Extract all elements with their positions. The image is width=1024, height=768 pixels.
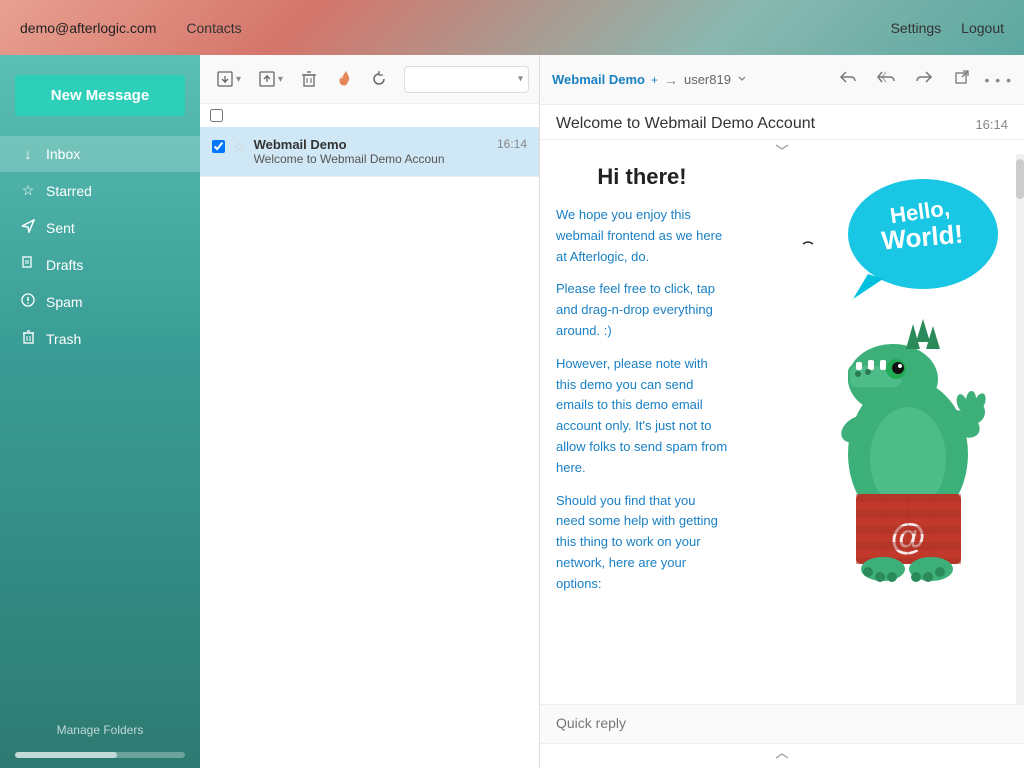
sidebar-nav: ↓ Inbox ☆ Starred Sent (0, 136, 200, 708)
email-items-list: ☆ Webmail Demo Welcome to Webmail Demo A… (200, 127, 539, 768)
select-all-row (200, 104, 539, 127)
trash-icon (20, 330, 36, 347)
email-text-area: Hi there! We hope you enjoy this webmail… (556, 164, 728, 609)
header-right: Settings Logout (891, 20, 1004, 36)
sidebar-item-drafts-label: Drafts (46, 257, 83, 273)
forward-button[interactable] (909, 63, 939, 96)
email-subject-bar: Welcome to Webmail Demo Account 16:14 (540, 105, 1024, 140)
email-received-time: 16:14 (975, 117, 1008, 132)
thread-arrow-icon: → (664, 72, 678, 88)
logout-link[interactable]: Logout (961, 20, 1004, 36)
email-thread-info: Webmail Demo + → user819 (552, 72, 825, 88)
sidebar-item-sent-label: Sent (46, 220, 75, 236)
sidebar-scrollbar[interactable] (15, 752, 185, 758)
email-subject-title: Welcome to Webmail Demo Account (556, 115, 815, 133)
delete-button[interactable] (294, 65, 324, 93)
email-scrollbar-thumb (1016, 159, 1024, 199)
email-body-content: Hi there! We hope you enjoy this webmail… (556, 164, 1008, 609)
reply-back-button[interactable] (833, 63, 863, 96)
email-body-scrollbar[interactable] (1016, 154, 1024, 704)
drafts-icon (20, 256, 36, 273)
star-icon[interactable]: ☆ (233, 139, 246, 156)
thread-to: user819 (684, 72, 731, 87)
inbox-icon: ↓ (20, 146, 36, 162)
external-link-button[interactable] (947, 63, 977, 96)
sidebar-item-spam-label: Spam (46, 294, 83, 310)
sidebar-item-trash-label: Trash (46, 331, 81, 347)
collapse-arrow[interactable] (540, 743, 1024, 768)
email-time: 16:14 (497, 137, 527, 151)
email-para-1: We hope you enjoy this webmail frontend … (556, 205, 728, 267)
fire-button[interactable] (329, 65, 359, 93)
email-view-panel: Webmail Demo + → user819 (540, 55, 1024, 768)
import-chevron: ▾ (236, 74, 241, 85)
email-para-2: Please feel free to click, tap and drag-… (556, 279, 728, 341)
sidebar-item-trash[interactable]: Trash (0, 320, 200, 357)
thread-plus-icon: + (651, 73, 658, 87)
more-options-button[interactable]: • • • (985, 72, 1012, 88)
sidebar-item-drafts[interactable]: Drafts (0, 246, 200, 283)
contacts-link[interactable]: Contacts (186, 20, 241, 36)
email-greeting: Hi there! (556, 164, 728, 190)
header-left: demo@afterlogic.com Contacts (20, 20, 242, 36)
email-illustration: Hello, World! (748, 164, 1008, 609)
search-container: ▾ (404, 66, 529, 93)
sent-icon (20, 219, 36, 236)
spam-icon (20, 293, 36, 310)
email-list-toolbar: ▾ ▾ (200, 55, 539, 104)
star-icon: ☆ (20, 182, 36, 199)
sidebar-item-starred-label: Starred (46, 183, 92, 199)
search-input[interactable] (404, 66, 529, 93)
thread-expand-icon[interactable] (737, 73, 747, 86)
sidebar-scrollbar-thumb (15, 752, 117, 758)
sidebar-item-sent[interactable]: Sent (0, 209, 200, 246)
email-item-content: Webmail Demo Welcome to Webmail Demo Acc… (254, 137, 489, 166)
sidebar-item-inbox[interactable]: ↓ Inbox (0, 136, 200, 172)
header-email: demo@afterlogic.com (20, 20, 156, 36)
sidebar-item-starred[interactable]: ☆ Starred (0, 172, 200, 209)
quick-reply-input[interactable] (556, 715, 1008, 731)
email-view-toolbar: Webmail Demo + → user819 (540, 55, 1024, 105)
reply-all-button[interactable] (871, 63, 901, 96)
email-subject-preview: Welcome to Webmail Demo Accoun (254, 152, 489, 166)
import-button[interactable]: ▾ (210, 65, 247, 93)
settings-link[interactable]: Settings (891, 20, 942, 36)
email-expand-chevron[interactable] (540, 140, 1024, 154)
table-row[interactable]: ☆ Webmail Demo Welcome to Webmail Demo A… (200, 127, 539, 177)
refresh-button[interactable] (364, 65, 394, 93)
email-from: Webmail Demo (254, 137, 489, 152)
main-layout: New Message ↓ Inbox ☆ Starred Sent (0, 55, 1024, 768)
header: demo@afterlogic.com Contacts Settings Lo… (0, 0, 1024, 55)
email-para-4: Should you find that you need some help … (556, 491, 728, 595)
email-checkbox[interactable] (212, 140, 225, 153)
sidebar-item-inbox-label: Inbox (46, 146, 80, 162)
select-all-checkbox[interactable] (210, 109, 223, 122)
quick-reply-bar (540, 704, 1024, 743)
sidebar: New Message ↓ Inbox ☆ Starred Sent (0, 55, 200, 768)
export-chevron: ▾ (278, 74, 283, 85)
new-message-button[interactable]: New Message (15, 75, 185, 116)
export-button[interactable]: ▾ (252, 65, 289, 93)
manage-folders-link[interactable]: Manage Folders (0, 708, 200, 752)
thread-from: Webmail Demo (552, 72, 645, 87)
sidebar-item-spam[interactable]: Spam (0, 283, 200, 320)
search-chevron-icon: ▾ (518, 74, 523, 85)
email-para-3: However, please note with this demo you … (556, 354, 728, 479)
email-list-panel: ▾ ▾ (200, 55, 540, 768)
email-body: Hi there! We hope you enjoy this webmail… (540, 154, 1024, 704)
